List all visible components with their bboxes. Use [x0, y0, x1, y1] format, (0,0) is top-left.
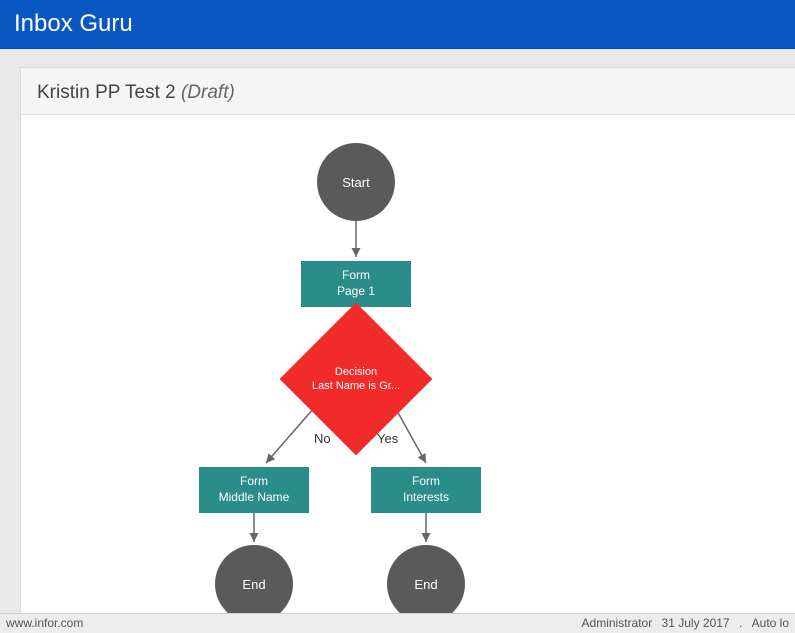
node-label-line1: Form — [342, 268, 370, 284]
node-label-line2: Last Name is Gr... — [312, 379, 400, 393]
footer-right: Administrator 31 July 2017 . Auto lo — [576, 616, 789, 633]
node-label-line1: Form — [412, 474, 440, 490]
footer-url: www.infor.com — [6, 616, 83, 633]
node-label: End — [242, 577, 265, 592]
flow-canvas[interactable]: Start Form Page 1 Decision Last Name is … — [21, 115, 795, 613]
flow-node-end-right[interactable]: End — [387, 545, 465, 623]
footer-auto: Auto lo — [752, 616, 789, 630]
flow-node-form-interests[interactable]: Form Interests — [371, 467, 481, 513]
status-bar: www.infor.com Administrator 31 July 2017… — [0, 613, 795, 633]
edge-label-no: No — [314, 431, 331, 446]
flow-node-form-middle-name[interactable]: Form Middle Name — [199, 467, 309, 513]
flow-node-form-page1[interactable]: Form Page 1 — [301, 261, 411, 307]
node-label-line2: Page 1 — [337, 284, 375, 300]
flow-node-decision[interactable]: Decision Last Name is Gr... — [302, 325, 410, 433]
app-header: Inbox Guru — [0, 0, 795, 49]
app-root: Inbox Guru Kristin PP Test 2 (Draft) — [0, 0, 795, 633]
edge-label-yes: Yes — [377, 431, 398, 446]
flow-node-end-left[interactable]: End — [215, 545, 293, 623]
flow-node-start[interactable]: Start — [317, 143, 395, 221]
node-label-line1: Form — [240, 474, 268, 490]
node-label: End — [414, 577, 437, 592]
footer-user: Administrator — [582, 616, 653, 630]
node-label-line1: Decision — [335, 365, 377, 379]
workflow-name: Kristin PP Test 2 — [37, 82, 176, 103]
app-title: Inbox Guru — [14, 10, 133, 37]
footer-sep: . — [739, 616, 742, 630]
node-label-line2: Interests — [403, 490, 449, 506]
footer-date: 31 July 2017 — [662, 616, 730, 630]
workflow-title-bar: Kristin PP Test 2 (Draft) — [21, 68, 795, 115]
workflow-status: (Draft) — [181, 82, 235, 103]
node-label-line2: Middle Name — [219, 490, 290, 506]
node-label: Start — [342, 175, 369, 190]
node-label-wrap: Decision Last Name is Gr... — [282, 325, 430, 433]
workflow-panel: Kristin PP Test 2 (Draft) — [20, 67, 795, 628]
